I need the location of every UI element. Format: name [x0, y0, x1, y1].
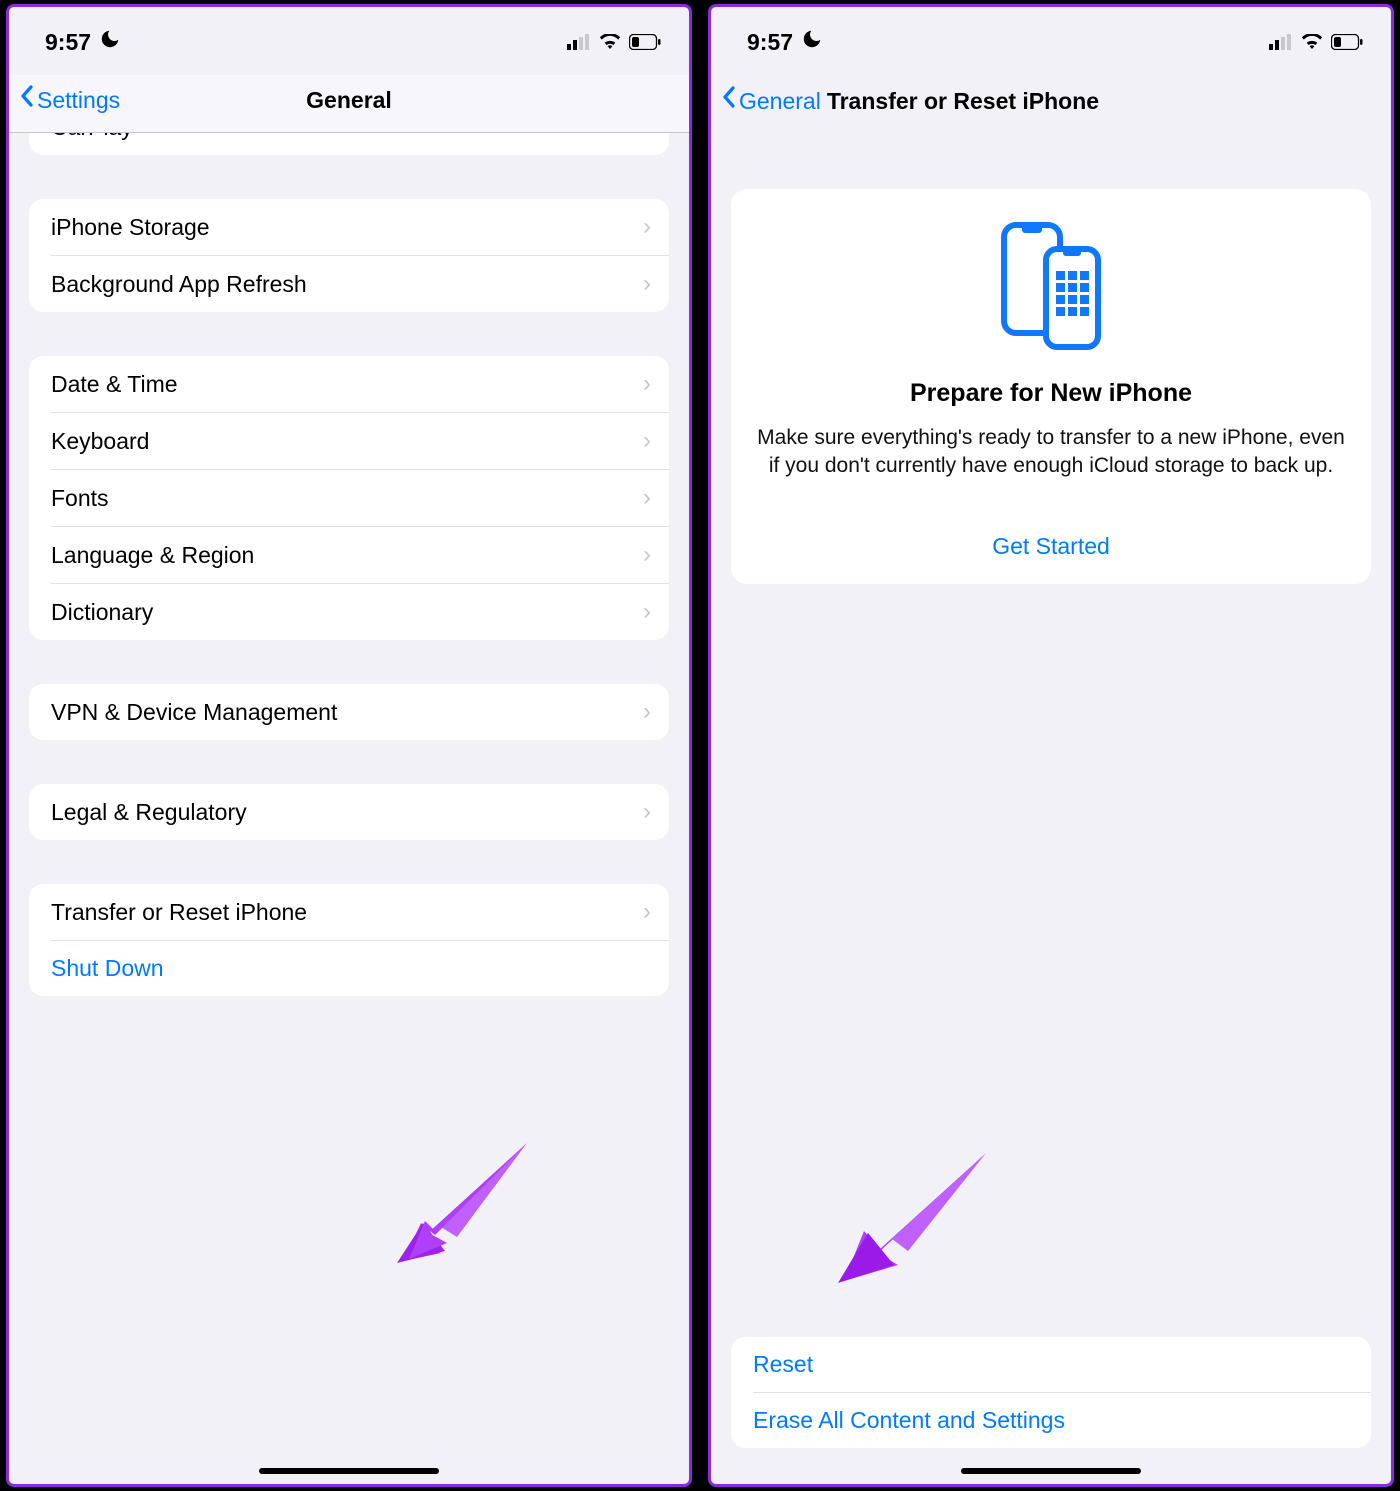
- row-shut-down[interactable]: Shut Down: [29, 941, 669, 996]
- chevron-right-icon: ›: [643, 270, 651, 298]
- row-vpn-device-management[interactable]: VPN & Device Management ›: [29, 684, 669, 740]
- chevron-right-icon: ›: [643, 427, 651, 455]
- dnd-moon-icon: [99, 28, 121, 56]
- card-body: Make sure everything's ready to transfer…: [757, 424, 1345, 481]
- chevron-right-icon: ›: [643, 898, 651, 926]
- row-keyboard[interactable]: Keyboard ›: [29, 413, 669, 469]
- row-label: Keyboard: [51, 428, 149, 455]
- settings-content: CarPlay › iPhone Storage › Background Ap…: [9, 133, 689, 1484]
- row-label: Language & Region: [51, 542, 254, 569]
- row-dictionary[interactable]: Dictionary ›: [29, 584, 669, 640]
- row-transfer-or-reset[interactable]: Transfer or Reset iPhone ›: [29, 884, 669, 940]
- row-label: Reset: [753, 1351, 813, 1378]
- battery-icon: [1331, 34, 1363, 50]
- prepare-card: Prepare for New iPhone Make sure everyth…: [731, 189, 1371, 584]
- settings-group: CarPlay ›: [29, 133, 669, 155]
- get-started-button[interactable]: Get Started: [757, 527, 1345, 562]
- chevron-right-icon: ›: [643, 798, 651, 826]
- back-button-settings[interactable]: Settings: [19, 87, 120, 114]
- wifi-icon: [1301, 34, 1323, 50]
- chevron-right-icon: ›: [643, 698, 651, 726]
- row-fonts[interactable]: Fonts ›: [29, 470, 669, 526]
- chevron-right-icon: ›: [643, 133, 651, 141]
- status-time: 9:57: [45, 29, 91, 56]
- nav-bar: General Transfer or Reset iPhone: [711, 75, 1391, 133]
- chevron-left-icon: [19, 84, 35, 114]
- settings-group: iPhone Storage › Background App Refresh …: [29, 199, 669, 312]
- row-label: Background App Refresh: [51, 271, 307, 298]
- transfer-content: Prepare for New iPhone Make sure everyth…: [711, 133, 1391, 1484]
- row-language-region[interactable]: Language & Region ›: [29, 527, 669, 583]
- two-phones-icon: [757, 221, 1345, 351]
- row-label: VPN & Device Management: [51, 699, 337, 726]
- row-label: Date & Time: [51, 371, 178, 398]
- row-label: Transfer or Reset iPhone: [51, 899, 307, 926]
- settings-group: Transfer or Reset iPhone › Shut Down: [29, 884, 669, 996]
- back-label: Settings: [37, 87, 120, 114]
- wifi-icon: [599, 34, 621, 50]
- chevron-right-icon: ›: [643, 213, 651, 241]
- status-bar: 9:57: [9, 7, 689, 75]
- phone-right-transfer-reset: 9:57 General Transfer or Reset iPhone: [708, 4, 1394, 1487]
- row-background-app-refresh[interactable]: Background App Refresh ›: [29, 256, 669, 312]
- row-label: Dictionary: [51, 599, 153, 626]
- settings-group: VPN & Device Management ›: [29, 684, 669, 740]
- nav-bar: Settings General: [9, 75, 689, 133]
- chevron-right-icon: ›: [643, 541, 651, 569]
- chevron-right-icon: ›: [643, 370, 651, 398]
- settings-group: Date & Time › Keyboard › Fonts › Languag…: [29, 356, 669, 640]
- settings-group: Legal & Regulatory ›: [29, 784, 669, 840]
- back-label: General: [739, 88, 821, 115]
- dnd-moon-icon: [801, 28, 823, 56]
- cellular-icon: [1269, 34, 1293, 50]
- battery-icon: [629, 34, 661, 50]
- row-legal-regulatory[interactable]: Legal & Regulatory ›: [29, 784, 669, 840]
- row-iphone-storage[interactable]: iPhone Storage ›: [29, 199, 669, 255]
- row-label: CarPlay: [51, 133, 133, 141]
- status-time: 9:57: [747, 29, 793, 56]
- row-carplay[interactable]: CarPlay ›: [29, 133, 669, 155]
- chevron-left-icon: [721, 85, 737, 115]
- chevron-right-icon: ›: [643, 598, 651, 626]
- chevron-right-icon: ›: [643, 484, 651, 512]
- row-date-time[interactable]: Date & Time ›: [29, 356, 669, 412]
- phone-left-general: 9:57 Settings General: [6, 4, 692, 1487]
- row-label: Fonts: [51, 485, 109, 512]
- home-indicator: [259, 1468, 439, 1474]
- annotation-arrow-icon: [838, 1153, 988, 1283]
- row-label: Legal & Regulatory: [51, 799, 247, 826]
- row-label: Erase All Content and Settings: [753, 1407, 1065, 1434]
- row-label: iPhone Storage: [51, 214, 210, 241]
- cellular-icon: [567, 34, 591, 50]
- back-button-general[interactable]: General: [721, 88, 821, 115]
- row-erase-all[interactable]: Erase All Content and Settings: [731, 1393, 1371, 1448]
- home-indicator: [961, 1468, 1141, 1474]
- reset-group: Reset Erase All Content and Settings: [731, 1337, 1371, 1448]
- row-label: Shut Down: [51, 955, 164, 982]
- annotation-arrow-icon: [397, 1143, 537, 1263]
- card-heading: Prepare for New iPhone: [757, 379, 1345, 408]
- page-title: Transfer or Reset iPhone: [827, 88, 1099, 115]
- row-reset[interactable]: Reset: [731, 1337, 1371, 1392]
- status-bar: 9:57: [711, 7, 1391, 75]
